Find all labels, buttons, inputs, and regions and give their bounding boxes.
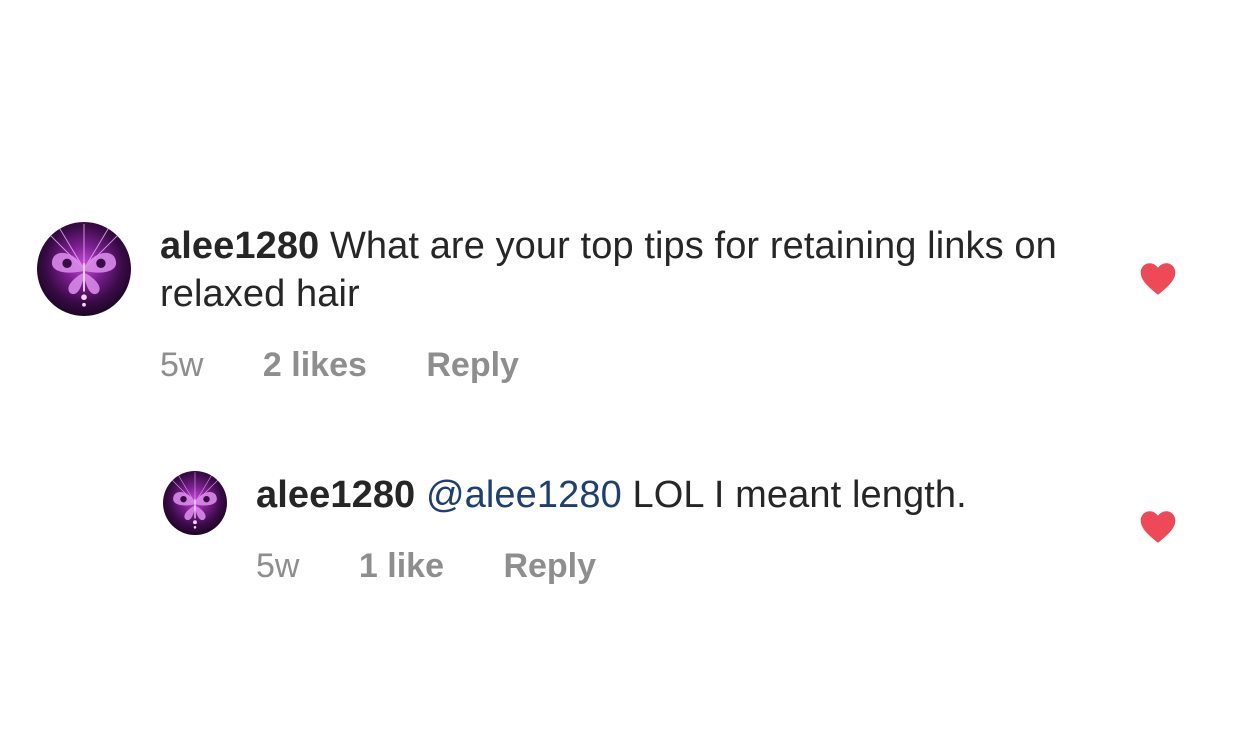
comment-meta: 5w 1 like Reply [256,546,596,586]
comment-text: alee1280 What are your top tips for reta… [160,222,1060,318]
comment-meta: 5w 2 likes Reply [160,345,519,385]
mention-link[interactable]: @alee1280 [426,474,622,516]
butterfly-icon [46,222,122,307]
comment-timestamp: 5w [256,547,300,585]
likes-count-button[interactable]: 2 likes [263,345,367,385]
reply-button[interactable]: Reply [503,546,596,586]
reply-button[interactable]: Reply [426,345,519,385]
likes-count-button[interactable]: 1 like [359,546,444,586]
butterfly-icon [169,471,221,529]
comment-timestamp: 5w [160,346,204,384]
heart-icon[interactable] [1139,262,1177,296]
heart-icon[interactable] [1139,510,1177,544]
comment-username[interactable]: alee1280 [160,225,319,267]
avatar[interactable] [37,222,131,316]
comment-username[interactable]: alee1280 [256,474,415,516]
comment-body: LOL I meant length. [621,474,967,516]
comment-text: alee1280 @alee1280 LOL I meant length. [256,471,1096,519]
avatar[interactable] [163,471,227,535]
